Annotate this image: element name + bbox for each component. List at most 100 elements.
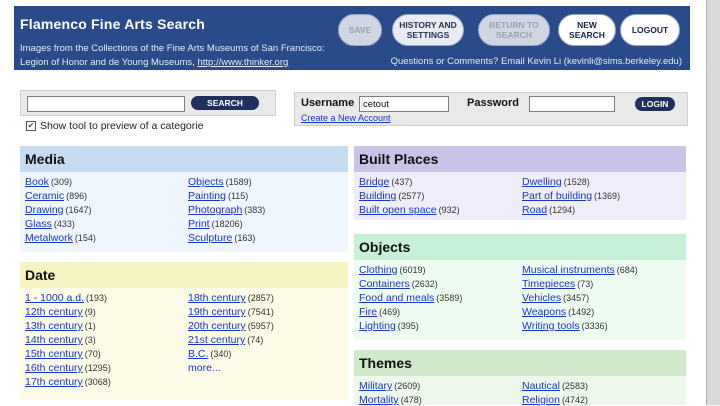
new-search-line2: SEARCH xyxy=(569,30,605,40)
password-label: Password xyxy=(467,97,519,109)
list-item: 14th century (3) xyxy=(25,334,96,346)
facet-link[interactable]: Military xyxy=(359,380,392,392)
contact-info: Questions or Comments? Email Kevin Li (k… xyxy=(390,56,682,67)
facet-link[interactable]: Built open space xyxy=(359,204,437,216)
new-search-button[interactable]: NEW SEARCH xyxy=(558,14,616,46)
themes-panel-body: Military (2609) Mortality (478) Nautical (2… xyxy=(354,376,686,406)
list-item: Clothing (6019) xyxy=(359,264,426,276)
save-button-label: SAVE xyxy=(348,25,372,35)
search-button[interactable]: SEARCH xyxy=(191,96,259,110)
facet-count: (193) xyxy=(85,293,107,303)
facet-link[interactable]: Clothing xyxy=(359,264,398,276)
facet-link[interactable]: 19th century xyxy=(188,306,246,318)
username-field[interactable] xyxy=(359,96,449,112)
facet-link[interactable]: Sculpture xyxy=(188,232,232,244)
facet-link[interactable]: Ceramic xyxy=(25,190,64,202)
list-item: 20th century (5957) xyxy=(188,320,274,332)
facet-count: (309) xyxy=(50,177,72,187)
facet-link[interactable]: Food and meals xyxy=(359,292,434,304)
facet-link[interactable]: 15th century xyxy=(25,348,83,360)
return-button-line2: SEARCH xyxy=(496,30,532,40)
browser-page: Flamenco Fine Arts Search Images from th… xyxy=(0,0,720,406)
list-item: Sculpture (163) xyxy=(188,232,255,244)
more-link[interactable]: more... xyxy=(188,362,221,374)
facet-link[interactable]: 17th century xyxy=(25,376,83,388)
facet-link[interactable]: 20th century xyxy=(188,320,246,332)
facet-link[interactable]: 14th century xyxy=(25,334,83,346)
preview-checkbox[interactable]: ✔ xyxy=(26,121,36,131)
list-item: Military (2609) xyxy=(359,380,420,392)
list-item: 1 - 1000 a.d. (193) xyxy=(25,292,107,304)
built-places-panel: Built Places Bridge (437) Building (2577) … xyxy=(354,146,686,220)
facet-link[interactable]: Painting xyxy=(188,190,226,202)
window-scrollbar[interactable] xyxy=(706,0,720,405)
facet-count: (154) xyxy=(74,233,96,243)
facet-link[interactable]: 16th century xyxy=(25,362,83,374)
facet-count: (395) xyxy=(397,321,419,331)
list-item: Food and meals (3589) xyxy=(359,292,462,304)
search-bar: SEARCH xyxy=(20,90,276,116)
facet-link[interactable]: Book xyxy=(25,176,49,188)
date-panel-body: 1 - 1000 a.d. (193) 12th century (9) 13th … xyxy=(20,288,348,400)
list-item: B.C. (340) xyxy=(188,348,231,360)
facet-link[interactable]: Musical instruments xyxy=(522,264,615,276)
facet-link[interactable]: Glass xyxy=(25,218,52,230)
facet-link[interactable]: Drawing xyxy=(25,204,64,216)
list-item: Writing tools (3336) xyxy=(522,320,608,332)
facet-count: (1) xyxy=(84,321,96,331)
list-item: 12th century (9) xyxy=(25,306,96,318)
facet-link[interactable]: Metalwork xyxy=(25,232,73,244)
facet-link[interactable]: B.C. xyxy=(188,348,208,360)
logout-button-label: LOGOUT xyxy=(631,25,669,35)
facet-count: (3457) xyxy=(563,293,590,303)
list-item: Glass (433) xyxy=(25,218,75,230)
list-item: Religion (4742) xyxy=(522,394,588,406)
logout-button[interactable]: LOGOUT xyxy=(620,14,680,46)
date-panel-title: Date xyxy=(20,262,348,288)
history-settings-button[interactable]: HISTORY AND SETTINGS xyxy=(392,14,464,46)
facet-count: (896) xyxy=(66,191,88,201)
login-button[interactable]: LOGIN xyxy=(635,97,675,111)
facet-link[interactable]: 21st century xyxy=(188,334,245,346)
return-to-search-button[interactable]: RETURN TO SEARCH xyxy=(478,14,550,46)
facet-link[interactable]: Road xyxy=(522,204,547,216)
collection-info-line1: Images from the Collections of the Fine … xyxy=(20,43,325,54)
date-panel: Date 1 - 1000 a.d. (193) 12th century (9) … xyxy=(20,262,348,400)
facet-link[interactable]: Print xyxy=(188,218,210,230)
search-input[interactable] xyxy=(27,96,185,112)
create-account-link[interactable]: Create a New Account xyxy=(301,113,391,123)
facet-link[interactable]: Vehicles xyxy=(522,292,561,304)
facet-link[interactable]: Building xyxy=(359,190,396,202)
facet-link[interactable]: Bridge xyxy=(359,176,389,188)
facet-link[interactable]: Religion xyxy=(522,394,560,406)
facet-link[interactable]: Mortality xyxy=(359,394,399,406)
history-button-line2: SETTINGS xyxy=(406,30,450,40)
facet-link[interactable]: 13th century xyxy=(25,320,83,332)
facet-link[interactable]: Photograph xyxy=(188,204,242,216)
facet-count: (684) xyxy=(616,265,638,275)
list-item: Vehicles (3457) xyxy=(522,292,589,304)
facet-link[interactable]: Part of building xyxy=(522,190,592,202)
thinker-link[interactable]: http://www.thinker.org xyxy=(197,57,288,68)
facet-link[interactable]: Fire xyxy=(359,306,377,318)
facet-link[interactable]: Nautical xyxy=(522,380,560,392)
facet-link[interactable]: 12th century xyxy=(25,306,83,318)
facet-link[interactable]: Dwelling xyxy=(522,176,562,188)
facet-link[interactable]: Weapons xyxy=(522,306,566,318)
header-bar: Flamenco Fine Arts Search Images from th… xyxy=(14,6,690,70)
facet-link[interactable]: Writing tools xyxy=(522,320,580,332)
facet-link[interactable]: Timepieces xyxy=(522,278,575,290)
password-field[interactable] xyxy=(529,96,615,112)
objects-panel: Objects Clothing (6019) Containers (2632) … xyxy=(354,234,686,340)
facet-link[interactable]: Objects xyxy=(188,176,224,188)
collection-info: Images from the Collections of the Fine … xyxy=(20,42,325,70)
facet-link[interactable]: 18th century xyxy=(188,292,246,304)
facet-count: (478) xyxy=(400,395,422,405)
facet-count: (437) xyxy=(391,177,413,187)
facet-link[interactable]: Lighting xyxy=(359,320,396,332)
list-item: 13th century (1) xyxy=(25,320,96,332)
save-button[interactable]: SAVE xyxy=(338,14,382,46)
facet-count: (73) xyxy=(577,279,594,289)
facet-link[interactable]: Containers xyxy=(359,278,410,290)
facet-link[interactable]: 1 - 1000 a.d. xyxy=(25,292,84,304)
